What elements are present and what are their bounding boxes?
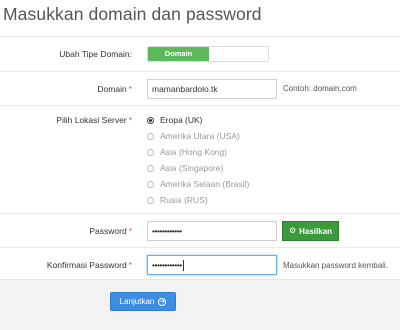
radio-option-amerika-utara-usa[interactable]: Amerika Utara (USA) (147, 128, 249, 144)
form-footer: Lanjutkan ➔ (0, 279, 400, 330)
radio-option-rusia-rus[interactable]: Rusia (RUS) (147, 192, 249, 208)
domain-type-label: Ubah Tipe Domain: (59, 49, 132, 59)
radio-unchecked-icon (147, 196, 154, 204)
radio-option-eropa-uk[interactable]: Eropa (UK) (147, 112, 249, 128)
domain-label: Domain * (97, 84, 132, 94)
confirm-password-label: Konfirmasi Password * (46, 260, 132, 270)
domain-type-toggle-on: Domain (148, 47, 209, 61)
server-location-options: Eropa (UK) Amerika Utara (USA) Asia (Hon… (147, 112, 249, 208)
confirm-password-input[interactable]: •••••••••••• (147, 255, 277, 275)
required-mark: * (128, 115, 132, 125)
domain-form: Ubah Tipe Domain: Domain Domain * mamanba… (0, 36, 400, 283)
radio-checked-icon (147, 116, 154, 124)
required-mark: * (128, 84, 132, 94)
arrow-right-circle-icon: ➔ (158, 297, 167, 306)
domain-type-toggle[interactable]: Domain (147, 46, 269, 62)
continue-button[interactable]: Lanjutkan ➔ (110, 292, 176, 311)
gear-icon: ⚙ (288, 226, 297, 235)
generate-password-label: Hasilkan (299, 226, 333, 236)
radio-unchecked-icon (147, 164, 154, 172)
radio-unchecked-icon (147, 180, 154, 188)
radio-option-asia-hong-kong[interactable]: Asia (Hong Kong) (147, 144, 249, 160)
confirm-password-hint: Masukkan password kembali. (283, 261, 388, 270)
domain-hint: Contoh: domain.com (283, 84, 357, 93)
radio-unchecked-icon (147, 132, 154, 140)
radio-unchecked-icon (147, 148, 154, 156)
domain-input[interactable]: mamanbardolo.tk (147, 79, 277, 99)
continue-label: Lanjutkan (119, 297, 155, 306)
password-row: Password * •••••••••••• ⚙ Hasilkan (0, 213, 400, 247)
server-location-label: Pilih Lokasi Server * (56, 115, 132, 125)
generate-password-button[interactable]: ⚙ Hasilkan (282, 221, 339, 241)
domain-type-row: Ubah Tipe Domain: Domain (0, 36, 400, 71)
required-mark: * (128, 226, 132, 236)
radio-option-asia-singapore[interactable]: Asia (Singapore) (147, 160, 249, 176)
page-title: Masukkan domain dan password (3, 4, 262, 24)
radio-option-amerika-selaan-brasil[interactable]: Amerika Selaan (Brasil) (147, 176, 249, 192)
server-location-row: Pilih Lokasi Server * Eropa (UK) Amerika … (0, 105, 400, 213)
password-input[interactable]: •••••••••••• (147, 221, 277, 241)
text-caret (182, 260, 184, 272)
password-label: Password * (89, 226, 132, 236)
confirm-password-value: •••••••••••• (152, 260, 182, 270)
domain-row: Domain * mamanbardolo.tk Contoh: domain.c… (0, 71, 400, 105)
required-mark: * (128, 260, 132, 270)
confirm-password-row: Konfirmasi Password * •••••••••••• Masukk… (0, 247, 400, 283)
